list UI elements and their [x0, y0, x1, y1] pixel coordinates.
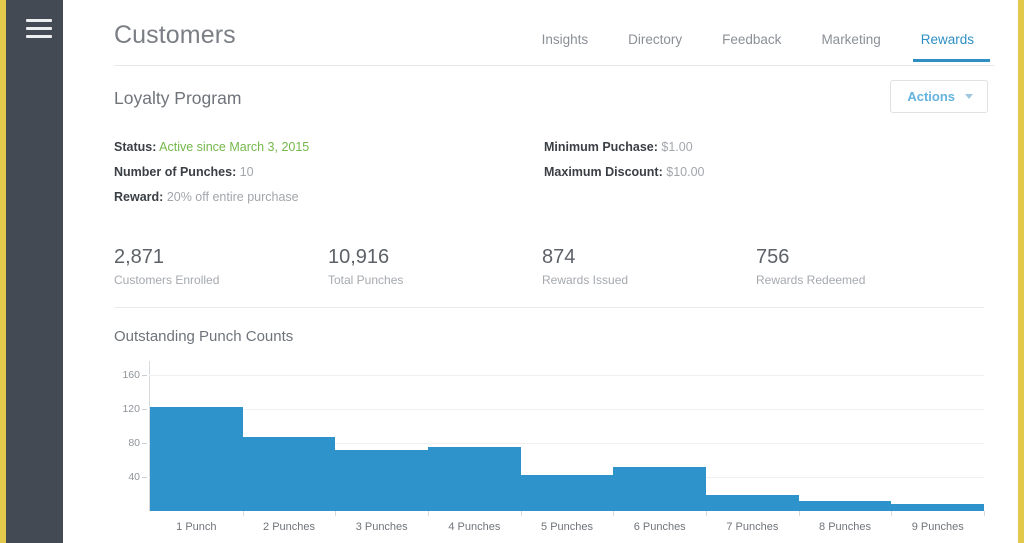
y-axis-tick-label: 160	[122, 368, 140, 381]
x-axis-labels: 1 Punch 2 Punches 3 Punches 4 Punches 5 Punc…	[150, 521, 984, 533]
x-axis-tick-mark	[798, 511, 800, 516]
tab-rewards[interactable]: Rewards	[901, 32, 994, 62]
x-axis-tick-mark	[613, 511, 615, 516]
actions-button[interactable]: Actions	[890, 80, 988, 113]
detail-value: Active since March 3, 2015	[159, 140, 310, 154]
x-axis-label: 8 Punches	[819, 521, 872, 533]
hamburger-bar	[26, 27, 52, 30]
tab-bar: Insights Directory Feedback Marketing Reward…	[522, 32, 994, 78]
x-axis-tick-mark	[520, 511, 522, 516]
section-title: Loyalty Program	[114, 88, 242, 108]
stat-card: 2,871 Customers Enrolled	[114, 245, 328, 287]
chart-title: Outstanding Punch Counts	[114, 328, 294, 345]
detail-value: 10	[239, 165, 254, 179]
stats-row: 2,871 Customers Enrolled 10,916 Total Punch…	[114, 210, 984, 308]
detail-label: Status:	[114, 140, 157, 154]
bar[interactable]	[520, 475, 614, 511]
detail-value: $1.00	[661, 140, 693, 154]
y-axis-tick-mark	[142, 408, 147, 410]
bar[interactable]	[613, 466, 707, 511]
stat-value: 10,916	[328, 246, 390, 268]
program-details: Status: Active since March 3, 2015 Number…	[114, 113, 994, 210]
stat-label: Rewards Redeemed	[756, 273, 866, 287]
x-axis-label: 7 Punches	[726, 521, 779, 533]
hamburger-menu-icon[interactable]	[26, 19, 52, 38]
page-title: Customers	[114, 21, 236, 49]
program-details-right: Minimum Puchase: $1.00 Maximum Discount: …	[544, 135, 974, 210]
detail-row: Reward: 20% off entire purchase	[114, 185, 544, 210]
tab-insights[interactable]: Insights	[522, 32, 609, 61]
bar[interactable]	[891, 504, 985, 511]
x-axis-label: 2 Punches	[263, 521, 315, 533]
bar-cell[interactable]	[706, 361, 800, 516]
punch-counts-bar-chart: 40 80 120 160	[122, 361, 986, 516]
x-axis-tick-mark	[335, 511, 337, 516]
bar[interactable]	[242, 436, 336, 511]
x-axis-tick-mark	[984, 511, 986, 516]
program-details-left: Status: Active since March 3, 2015 Number…	[114, 135, 544, 210]
detail-row: Status: Active since March 3, 2015	[114, 135, 544, 160]
tab-feedback[interactable]: Feedback	[702, 32, 801, 61]
x-axis-tick-mark	[706, 511, 708, 516]
stat-label: Rewards Issued	[542, 273, 629, 287]
tab-directory[interactable]: Directory	[608, 32, 702, 61]
stat-card: 756 Rewards Redeemed	[756, 245, 970, 287]
tab-marketing[interactable]: Marketing	[801, 32, 900, 61]
bar-cell[interactable]	[798, 361, 893, 516]
y-axis-tick-mark	[142, 476, 147, 478]
stat-card: 874 Rewards Issued	[542, 245, 756, 287]
x-axis-label: 9 Punches	[911, 521, 964, 533]
y-axis-tick-label: 40	[128, 470, 140, 483]
detail-label: Minimum Puchase:	[544, 140, 658, 154]
detail-value: $10.00	[666, 165, 705, 179]
page-header: Customers Insights Directory Feedback Marke…	[114, 0, 994, 66]
x-axis-label: 5 Punches	[541, 521, 594, 533]
hamburger-bar	[26, 19, 52, 22]
y-axis-tick-label: 120	[122, 402, 140, 415]
bar[interactable]	[428, 447, 521, 511]
x-axis-tick-mark	[428, 511, 430, 516]
chart-bars	[150, 361, 986, 516]
hamburger-bar	[26, 35, 52, 38]
bar[interactable]	[798, 500, 892, 511]
x-axis-label: 6 Punches	[633, 521, 686, 533]
bar-cell[interactable]	[242, 361, 337, 516]
main-content: Customers Insights Directory Feedback Marke…	[63, 0, 1018, 543]
x-axis-tick-mark	[242, 511, 244, 516]
detail-label: Maximum Discount:	[544, 165, 663, 179]
sidebar	[6, 0, 63, 543]
bar-cell[interactable]	[613, 361, 708, 516]
chevron-down-icon	[965, 94, 973, 99]
detail-row: Number of Punches: 10	[114, 160, 544, 185]
detail-label: Number of Punches:	[114, 165, 237, 179]
chart-block: Outstanding Punch Counts 40 80 120 160 1 Pu…	[114, 308, 994, 543]
stat-value: 756	[756, 246, 790, 268]
actions-button-label: Actions	[907, 89, 955, 104]
detail-row: Maximum Discount: $10.00	[544, 160, 974, 185]
stat-value: 2,871	[114, 246, 165, 268]
x-axis-label: 3 Punches	[355, 521, 408, 533]
x-axis-label: 1 Punch	[176, 521, 217, 533]
stat-label: Customers Enrolled	[114, 273, 220, 287]
bar-cell[interactable]	[520, 361, 615, 516]
detail-row: Minimum Puchase: $1.00	[544, 135, 974, 160]
detail-label: Reward:	[114, 190, 164, 204]
stat-value: 874	[542, 246, 576, 268]
bar[interactable]	[150, 407, 243, 511]
bar-cell[interactable]	[150, 361, 244, 516]
bar-cell[interactable]	[335, 361, 430, 516]
y-axis-tick-label: 80	[128, 436, 140, 449]
y-axis-tick-mark	[142, 442, 147, 444]
bar[interactable]	[706, 494, 799, 511]
x-axis-label: 4 Punches	[448, 521, 501, 533]
detail-value: 20% off entire purchase	[166, 190, 299, 204]
app-window: Customers Insights Directory Feedback Marke…	[0, 0, 1024, 543]
y-axis-tick-mark	[142, 374, 147, 376]
x-axis-tick-mark	[891, 511, 893, 516]
stat-label: Total Punches	[328, 273, 404, 287]
bar-cell[interactable]	[428, 361, 522, 516]
stat-card: 10,916 Total Punches	[328, 245, 542, 287]
bar[interactable]	[335, 449, 429, 511]
bar-cell[interactable]	[891, 361, 986, 516]
